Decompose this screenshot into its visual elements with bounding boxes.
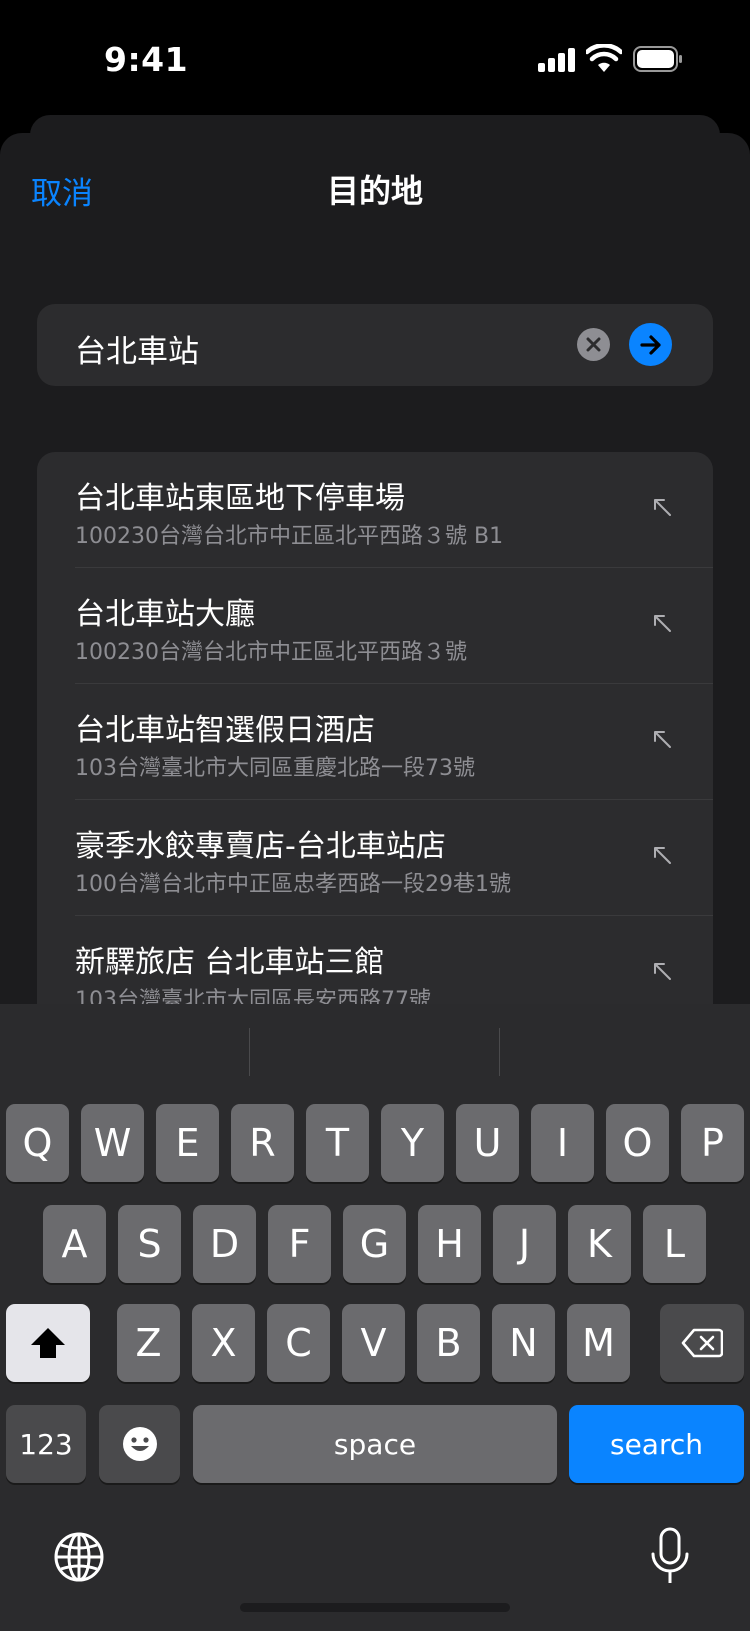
- shift-icon: [31, 1328, 65, 1358]
- arrow-up-left-icon[interactable]: [651, 612, 673, 634]
- search-field[interactable]: 台北車站: [37, 304, 713, 386]
- result-title: 豪季水餃專賣店-台北車站店: [75, 829, 446, 864]
- key-v[interactable]: V: [342, 1304, 405, 1382]
- arrow-right-icon: [639, 334, 661, 355]
- delete-backspace-icon: [681, 1328, 723, 1358]
- result-title: 台北車站大廳: [75, 597, 255, 632]
- prediction-divider: [249, 1028, 250, 1076]
- result-item[interactable]: 台北車站東區地下停車場 100230台灣台北市中正區北平西路３號 B1: [37, 452, 713, 568]
- home-indicator: [240, 1603, 510, 1612]
- result-address: 100台灣台北市中正區忠孝西路一段29巷1號: [75, 872, 511, 897]
- keyboard: QWERTYUIOP ASDFGHJKL ZXCVBNM 123 space sea…: [0, 1004, 750, 1631]
- search-input[interactable]: 台北車站: [75, 326, 199, 371]
- key-b[interactable]: B: [417, 1304, 480, 1382]
- key-n[interactable]: N: [492, 1304, 555, 1382]
- wifi-icon: [586, 44, 622, 72]
- result-title: 新驛旅店 台北車站三館: [75, 945, 385, 980]
- key-e[interactable]: E: [156, 1104, 219, 1182]
- shift-key[interactable]: [6, 1304, 90, 1382]
- result-title: 台北車站東區地下停車場: [75, 481, 405, 516]
- result-address: 100230台灣台北市中正區北平西路３號 B1: [75, 524, 504, 549]
- numbers-key[interactable]: 123: [6, 1405, 86, 1483]
- search-key[interactable]: search: [569, 1405, 744, 1483]
- close-icon: [586, 337, 601, 352]
- result-item[interactable]: 新驛旅店 台北車站三館 103台灣臺北市大同區長安西路77號: [37, 916, 713, 1004]
- key-y[interactable]: Y: [381, 1104, 444, 1182]
- result-address: 100230台灣台北市中正區北平西路３號: [75, 640, 467, 665]
- key-k[interactable]: K: [568, 1205, 631, 1283]
- key-z[interactable]: Z: [117, 1304, 180, 1382]
- key-d[interactable]: D: [193, 1205, 256, 1283]
- key-x[interactable]: X: [192, 1304, 255, 1382]
- sheet-title: 目的地: [326, 172, 423, 210]
- delete-key[interactable]: [660, 1304, 744, 1382]
- clear-search-button[interactable]: [577, 328, 610, 361]
- key-g[interactable]: G: [343, 1205, 406, 1283]
- arrow-up-left-icon[interactable]: [651, 728, 673, 750]
- status-time: 9:41: [104, 40, 189, 79]
- key-a[interactable]: A: [43, 1205, 106, 1283]
- key-w[interactable]: W: [81, 1104, 144, 1182]
- result-item[interactable]: 台北車站大廳 100230台灣台北市中正區北平西路３號: [37, 568, 713, 684]
- arrow-up-left-icon[interactable]: [651, 496, 673, 518]
- result-item[interactable]: 豪季水餃專賣店-台北車站店 100台灣台北市中正區忠孝西路一段29巷1號: [37, 800, 713, 916]
- key-c[interactable]: C: [267, 1304, 330, 1382]
- cellular-signal-icon: [538, 48, 576, 72]
- key-f[interactable]: F: [268, 1205, 331, 1283]
- emoji-key[interactable]: [99, 1405, 180, 1483]
- result-address: 103台灣臺北市大同區重慶北路一段73號: [75, 756, 475, 781]
- results-list: 台北車站東區地下停車場 100230台灣台北市中正區北平西路３號 B1 台北車站…: [37, 452, 713, 1004]
- key-l[interactable]: L: [643, 1205, 706, 1283]
- battery-icon: [633, 46, 682, 72]
- emoji-icon: [122, 1427, 157, 1461]
- space-key[interactable]: space: [193, 1405, 557, 1483]
- key-m[interactable]: M: [567, 1304, 630, 1382]
- key-j[interactable]: J: [493, 1205, 556, 1283]
- key-o[interactable]: O: [606, 1104, 669, 1182]
- status-bar: 9:41: [0, 0, 750, 120]
- prediction-divider: [499, 1028, 500, 1076]
- arrow-up-left-icon[interactable]: [651, 960, 673, 982]
- result-item[interactable]: 台北車站智選假日酒店 103台灣臺北市大同區重慶北路一段73號: [37, 684, 713, 800]
- key-q[interactable]: Q: [6, 1104, 69, 1182]
- result-address: 103台灣臺北市大同區長安西路77號: [75, 988, 431, 1004]
- key-i[interactable]: I: [531, 1104, 594, 1182]
- key-u[interactable]: U: [456, 1104, 519, 1182]
- go-button[interactable]: [629, 323, 672, 366]
- key-r[interactable]: R: [231, 1104, 294, 1182]
- key-s[interactable]: S: [118, 1205, 181, 1283]
- key-t[interactable]: T: [306, 1104, 369, 1182]
- globe-icon[interactable]: [52, 1530, 106, 1584]
- arrow-up-left-icon[interactable]: [651, 844, 673, 866]
- key-p[interactable]: P: [681, 1104, 744, 1182]
- result-title: 台北車站智選假日酒店: [75, 713, 375, 748]
- key-h[interactable]: H: [418, 1205, 481, 1283]
- microphone-icon[interactable]: [650, 1527, 690, 1587]
